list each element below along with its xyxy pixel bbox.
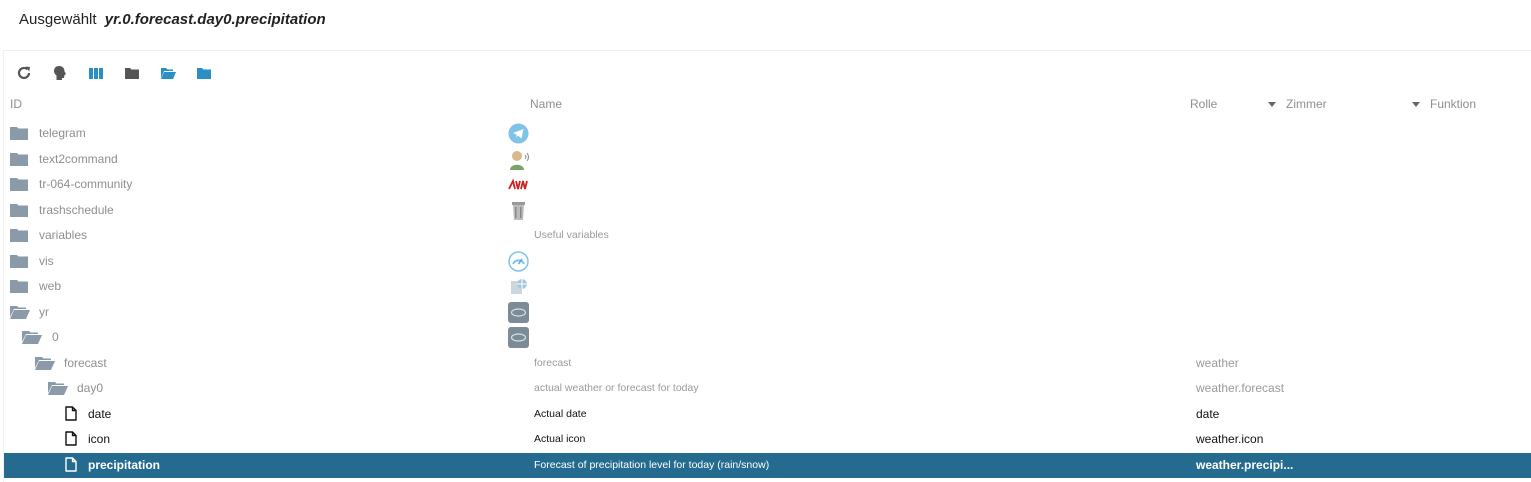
expert-mode-button[interactable] [52,65,68,81]
function-filter-caret-icon[interactable] [1412,102,1420,107]
tree-row-date[interactable]: date Actual date date [4,402,1531,427]
folder-open-icon [10,305,30,319]
selection-label: Ausgewählt [19,11,97,28]
row-role: weather.forecast [1196,381,1285,395]
row-role: weather [1196,355,1239,370]
row-name: Actual date [534,407,587,420]
columns-button[interactable] [88,65,104,81]
row-id: web [39,279,62,293]
folder-open-icon [48,382,68,395]
yr-logo-icon [508,327,529,348]
folder-closed-icon [10,280,28,293]
refresh-icon [17,66,31,80]
telegram-icon [508,123,529,144]
column-header-role[interactable]: Rolle [1190,97,1217,111]
tree-row-tr-064-community[interactable]: tr-064-community [4,172,1531,197]
folder-closed-blue-icon [197,68,211,79]
row-id: icon [88,432,111,446]
file-icon [65,405,77,421]
selection-header: Ausgewählt yr.0.forecast.day0.precipitat… [19,11,326,28]
row-id: tr-064-community [39,177,133,191]
folder-open-icon [35,356,55,370]
folder-closed-icon [10,152,28,166]
row-id: yr [39,304,49,319]
yr-logo-icon [508,301,529,323]
person-speaking-icon [508,149,529,170]
row-name: actual weather or forecast for today [534,382,699,394]
expand-button[interactable] [160,65,176,81]
row-role: weather.precipi... [1196,457,1294,472]
folder-closed-icon [10,178,28,191]
tree-row-vis[interactable]: vis [4,249,1531,274]
folder-closed-icon [10,229,28,242]
collapse-button[interactable] [196,65,212,81]
row-id: 0 [52,330,59,344]
row-id: text2command [39,151,118,166]
tree-row-0[interactable]: 0 [4,325,1531,350]
folder-open-icon [161,68,176,79]
folder-closed-icon [125,68,139,79]
folder-closed-icon [10,127,28,140]
tree-row-yr[interactable]: yr [4,300,1531,325]
web-server-icon [508,276,529,297]
refresh-button[interactable] [16,65,32,81]
tree-row-web[interactable]: web [4,274,1531,299]
folder-closed-icon [10,254,28,268]
tree-row-forecast[interactable]: forecast forecast weather [4,351,1531,376]
avm-logo-icon [508,174,529,195]
row-id: date [88,406,112,421]
row-id: trashschedule [39,202,114,217]
gauge-icon [508,250,529,272]
tree-row-icon[interactable]: icon Actual icon weather.icon [4,427,1531,452]
columns-icon [89,68,103,79]
tree-row-variables[interactable]: variables Useful variables [4,223,1531,248]
column-header-id[interactable]: ID [10,97,22,111]
tree-row-telegram[interactable]: telegram [4,121,1531,146]
row-role: date [1196,406,1220,421]
row-name: Useful variables [534,229,609,241]
row-id: variables [39,228,88,242]
head-icon [54,66,66,80]
file-icon [65,456,77,472]
column-header-function[interactable]: Funktion [1430,97,1476,111]
folder-open-icon [22,331,42,344]
row-id: day0 [77,381,104,395]
row-name: Forecast of precipitation level for toda… [534,458,770,471]
tree-row-trashschedule[interactable]: trashschedule [4,198,1531,223]
object-browser: ID Name Rolle Zimmer Funktion telegram t… [3,50,1531,482]
tree-row-text2command[interactable]: text2command [4,147,1531,172]
collapse-all-button[interactable] [124,65,140,81]
row-id: telegram [39,126,86,140]
room-filter-caret-icon[interactable] [1268,102,1276,107]
file-icon [65,431,77,446]
row-id: forecast [64,355,107,370]
column-header-name[interactable]: Name [530,97,562,111]
column-header-room[interactable]: Zimmer [1286,97,1327,111]
row-name: Actual icon [534,433,586,445]
selected-object-path: yr.0.forecast.day0.precipitation [104,11,326,28]
tree-row-precipitation[interactable]: precipitation Forecast of precipitation … [4,452,1531,478]
folder-closed-icon [10,203,28,217]
row-id: precipitation [88,457,161,472]
row-role: weather.icon [1196,432,1264,446]
row-name: forecast [534,356,572,369]
row-id: vis [39,253,54,268]
trash-bin-icon [508,200,529,221]
tree-row-day0[interactable]: day0 actual weather or forecast for toda… [4,376,1531,401]
